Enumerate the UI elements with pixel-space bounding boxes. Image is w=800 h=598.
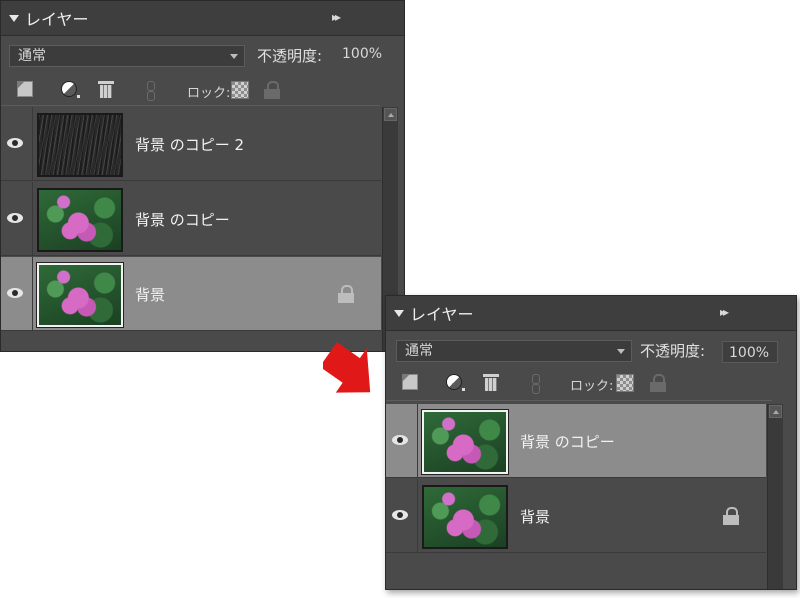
eye-icon[interactable] <box>7 211 25 225</box>
lock-label: ロック: <box>187 86 231 101</box>
opacity-field[interactable]: 100% <box>722 341 778 363</box>
adjustment-layer-icon[interactable] <box>61 81 81 101</box>
panel-header: レイヤー ▸▸ <box>1 1 404 36</box>
collapse-triangle-icon[interactable] <box>394 309 404 317</box>
opacity-label: 不透明度: <box>257 47 323 65</box>
divider <box>32 182 33 256</box>
blend-mode-value: 通常 <box>18 48 46 64</box>
panel-header: レイヤー ▸▸ <box>386 296 796 331</box>
divider <box>32 257 33 331</box>
layer-row-selected[interactable]: 背景 のコピー <box>386 404 766 478</box>
divider <box>32 107 33 181</box>
new-layer-icon[interactable] <box>17 81 37 101</box>
layer-thumbnail <box>422 485 508 549</box>
collapse-triangle-icon[interactable] <box>9 14 19 22</box>
layer-row[interactable]: 背景 のコピー <box>1 182 381 256</box>
layers-panel-after: レイヤー ▸▸ 通常 不透明度: 100% ロック: 背景 のコピー 背景 <box>385 295 797 590</box>
panel-menu-button[interactable]: ▸▸ <box>332 10 341 24</box>
chevron-down-icon <box>230 54 238 59</box>
layer-row[interactable]: 背景 のコピー 2 <box>1 107 381 181</box>
lock-all-icon[interactable] <box>650 374 668 392</box>
scroll-up-icon[interactable] <box>384 108 397 121</box>
lock-transparent-pixels-icon[interactable] <box>616 374 634 392</box>
opacity-field[interactable]: 100% <box>342 46 382 62</box>
layer-row-selected[interactable]: 背景 <box>1 257 381 331</box>
blend-mode-dropdown[interactable]: 通常 <box>9 45 245 67</box>
layer-name: 背景 のコピー <box>135 211 230 229</box>
trash-icon[interactable] <box>483 374 503 394</box>
lock-all-icon[interactable] <box>264 81 282 99</box>
scrollbar[interactable] <box>767 404 783 589</box>
layers-panel-before: レイヤー ▸▸ 通常 不透明度: 100% ロック: 背景 のコピー 2 背景 … <box>0 0 405 352</box>
panel-title: レイヤー <box>410 305 474 324</box>
layer-thumbnail <box>37 188 123 252</box>
lock-label: ロック: <box>570 379 614 394</box>
lock-icon <box>338 285 356 303</box>
panel-menu-button[interactable]: ▸▸ <box>720 305 729 319</box>
eye-icon[interactable] <box>392 508 410 522</box>
panel-title: レイヤー <box>25 10 89 29</box>
eye-icon[interactable] <box>7 286 25 300</box>
layer-row[interactable]: 背景 <box>386 479 766 553</box>
trash-icon[interactable] <box>98 81 118 101</box>
divider <box>417 479 418 553</box>
adjustment-layer-icon[interactable] <box>446 374 466 394</box>
layer-thumbnail <box>36 262 124 328</box>
layer-name: 背景 のコピー 2 <box>135 136 245 154</box>
eye-icon[interactable] <box>392 433 410 447</box>
red-arrow-icon <box>323 342 371 393</box>
chevron-down-icon <box>617 349 625 354</box>
layer-thumbnail <box>421 409 509 475</box>
lock-transparent-pixels-icon[interactable] <box>231 81 249 99</box>
layer-name: 背景 のコピー <box>520 433 615 451</box>
layer-toolbar: ロック: <box>386 370 796 398</box>
blend-mode-dropdown[interactable]: 通常 <box>396 340 632 362</box>
layer-thumbnail <box>37 113 123 177</box>
link-icon[interactable] <box>528 374 548 394</box>
new-layer-icon[interactable] <box>402 374 422 394</box>
divider <box>417 404 418 478</box>
lock-icon <box>723 507 741 525</box>
divider <box>386 400 772 401</box>
link-icon[interactable] <box>143 81 163 101</box>
opacity-label: 不透明度: <box>640 342 706 360</box>
layer-toolbar: ロック: <box>1 77 404 105</box>
divider <box>1 105 380 106</box>
scroll-up-icon[interactable] <box>769 405 782 418</box>
layer-name: 背景 <box>135 286 166 304</box>
blend-mode-value: 通常 <box>405 343 433 359</box>
layer-name: 背景 <box>520 508 551 526</box>
eye-icon[interactable] <box>7 136 25 150</box>
